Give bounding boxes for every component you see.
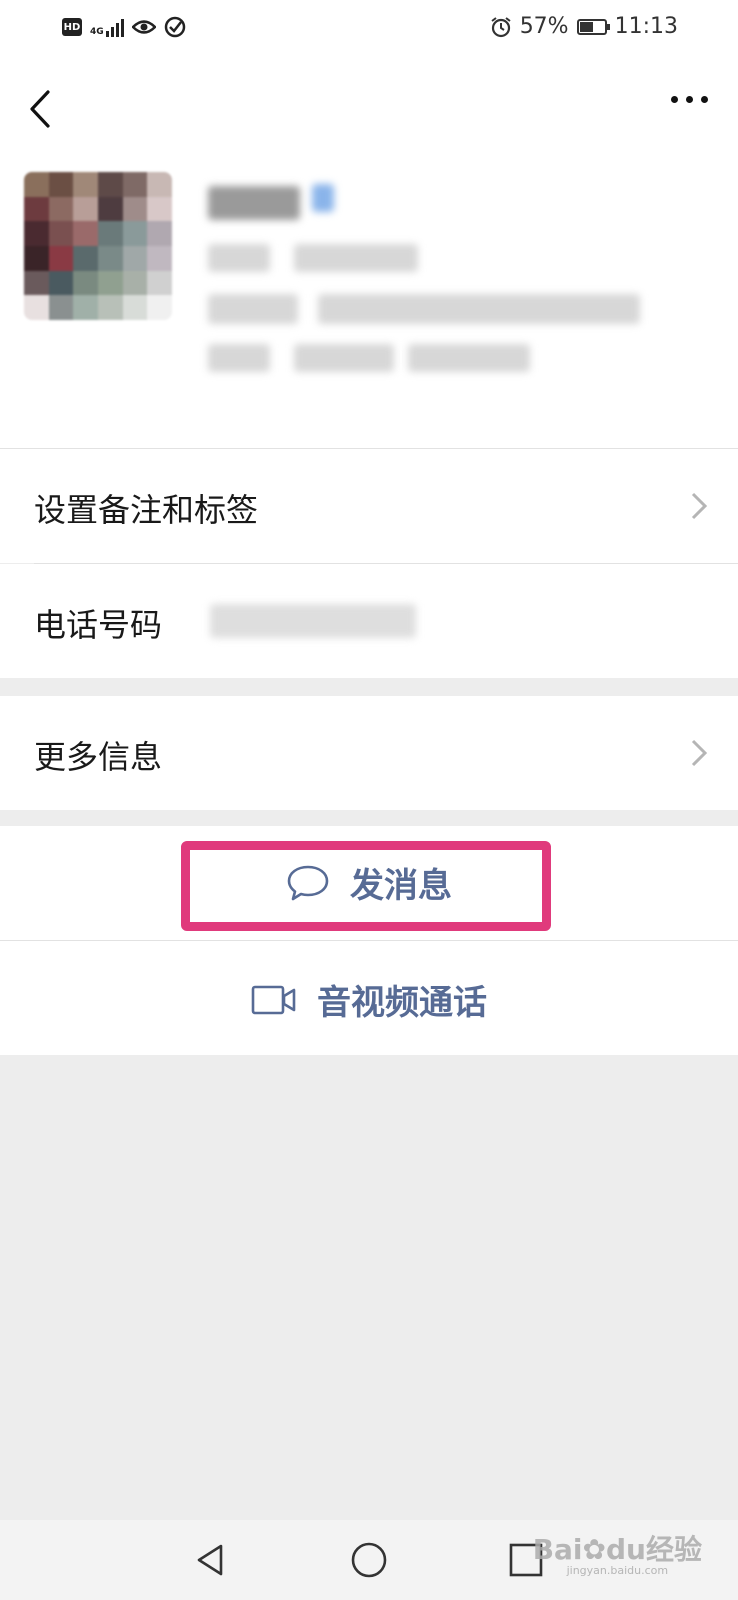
avatar-pixel [97, 172, 123, 197]
nav-back-icon[interactable] [191, 1540, 231, 1580]
avatar-pixel [122, 172, 148, 197]
nav-home-icon[interactable] [349, 1540, 389, 1580]
avatar-pixel [73, 270, 98, 296]
avatar-pixel [73, 221, 98, 246]
highlight-annotation [181, 841, 551, 931]
blurred-wechat-id [208, 294, 298, 324]
avatar-pixel [48, 221, 74, 246]
more-dot [671, 96, 678, 103]
avatar-pixel [122, 196, 148, 222]
watermark-brand-cn: 经验 [645, 1533, 702, 1566]
blurred-nickname [208, 186, 300, 220]
avatar-pixel [73, 295, 98, 320]
avatar-pixel [24, 245, 49, 271]
avatar-pixel [24, 196, 49, 222]
blurred-phone-number[interactable] [210, 604, 416, 638]
avatar-pixel [73, 245, 98, 271]
more-dot [701, 96, 708, 103]
avatar-pixel [24, 172, 49, 197]
chevron-right-icon [691, 739, 708, 767]
blurred-region-value-2 [408, 344, 530, 372]
avatar-pixel [24, 221, 49, 246]
clock: 11:13 [614, 14, 678, 39]
blurred-alias [208, 244, 270, 272]
avatar-pixel [147, 295, 172, 320]
avatar-pixel [24, 295, 49, 320]
eye-icon [131, 20, 156, 34]
hd-badge: HD [62, 18, 82, 36]
video-camera-icon [251, 985, 296, 1014]
avatar-pixel [147, 196, 172, 222]
more-info-row[interactable]: 更多信息 [0, 696, 738, 810]
avatar-pixel [122, 270, 148, 296]
status-left: HD 4G [62, 16, 186, 38]
video-call-row[interactable]: 音视频通话 [0, 941, 738, 1055]
avatar-pixel [73, 172, 98, 197]
battery-percent: 57% [519, 14, 569, 39]
status-right: 57% 11:13 [490, 14, 678, 39]
check-circle-icon [164, 16, 185, 38]
avatar-pixel [97, 245, 123, 271]
avatar-pixel [147, 245, 172, 271]
gender-icon [312, 184, 334, 212]
avatar-pixel [48, 245, 74, 271]
avatar-pixel [122, 245, 148, 271]
profile-header [0, 58, 738, 448]
battery-icon [576, 18, 610, 35]
signal-bars-icon [105, 17, 124, 37]
more-info-label: 更多信息 [34, 738, 163, 776]
more-options-button[interactable] [671, 96, 708, 103]
avatar-pixel [48, 295, 74, 320]
avatar-pixel [24, 270, 49, 296]
avatar-pixel [97, 196, 123, 222]
network-type: 4G [90, 27, 104, 37]
watermark-paw-icon: ✿ [582, 1533, 606, 1566]
avatar-pixel [48, 270, 74, 296]
avatar-pixel [147, 172, 172, 197]
watermark-brand: Bai [532, 1533, 583, 1566]
avatar-pixel [73, 196, 98, 222]
blurred-region-value [294, 344, 394, 372]
more-dot [686, 96, 693, 103]
avatar-pixel [48, 196, 74, 222]
avatar-pixel [97, 295, 123, 320]
chevron-right-icon [691, 492, 708, 520]
signal-indicator: 4G [90, 17, 124, 37]
watermark-brand-du: du [606, 1533, 646, 1566]
avatar-pixel [147, 221, 172, 246]
video-call-button[interactable]: 音视频通话 [0, 975, 738, 1024]
avatar-pixel [147, 270, 172, 296]
baidu-watermark: Bai✿du经验 jingyan.baidu.com [533, 1528, 702, 1577]
phone-label: 电话号码 [34, 606, 163, 644]
phone-row: 电话号码 [0, 564, 738, 678]
avatar-pixel [122, 221, 148, 246]
battery-fill [579, 21, 594, 32]
remark-tags-row[interactable]: 设置备注和标签 [0, 449, 738, 563]
alarm-icon [491, 16, 511, 37]
back-icon[interactable] [22, 86, 62, 132]
avatar-pixel [48, 172, 74, 197]
blurred-wechat-id-value [318, 294, 640, 324]
status-bar: HD 4G 57% 11:13 [0, 0, 738, 58]
remark-tags-label: 设置备注和标签 [34, 491, 259, 529]
avatar-pixel [97, 221, 123, 246]
blurred-region [208, 344, 270, 372]
avatar-pixel [122, 295, 148, 320]
blurred-alias-value [294, 244, 418, 272]
avatar-pixel [97, 270, 123, 296]
video-call-label: 音视频通话 [317, 983, 487, 1023]
avatar[interactable] [24, 172, 172, 320]
